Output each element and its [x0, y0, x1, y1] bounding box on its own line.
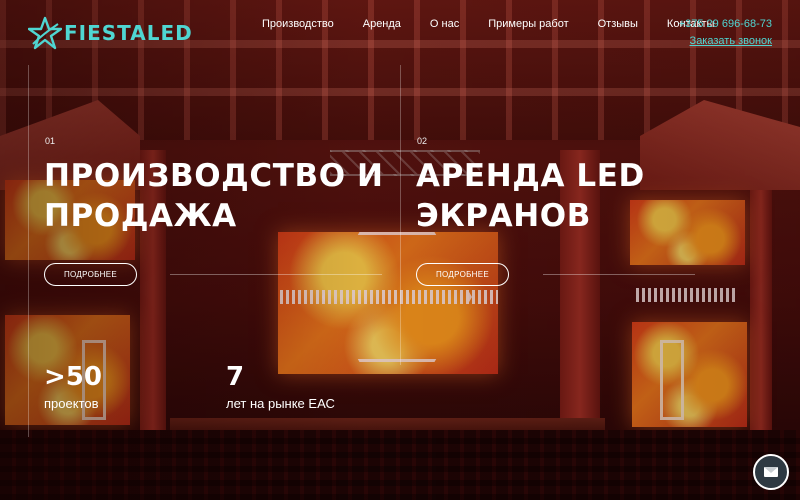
nav-item-production[interactable]: Производство — [262, 18, 334, 30]
nav-item-reviews[interactable]: Отзывы — [598, 18, 638, 30]
mail-button[interactable] — [753, 454, 789, 490]
block-number: 01 — [45, 136, 56, 146]
divider-horizontal — [543, 274, 695, 275]
logo-text: FIESTALED — [64, 21, 193, 45]
hero-title-line: ПРОДАЖА — [44, 198, 237, 234]
header-contacts: +375 29 696-68-73 Заказать звонок — [679, 18, 772, 47]
stat-label: лет на рынке ЕАС — [226, 396, 335, 411]
hero-title: АРЕНДА LED ЭКРАНОВ — [416, 156, 645, 236]
nav-item-rent[interactable]: Аренда — [363, 18, 401, 30]
hero-title-line: ПРОИЗВОДСТВО И — [44, 158, 384, 194]
stat-value: >50 — [44, 362, 102, 392]
nav-item-portfolio[interactable]: Примеры работ — [488, 18, 568, 30]
divider-horizontal — [170, 274, 382, 275]
main-nav: Производство Аренда О нас Примеры работ … — [262, 18, 743, 30]
more-button[interactable]: ПОДРОБНЕЕ — [416, 263, 509, 286]
nav-item-about[interactable]: О нас — [430, 18, 459, 30]
star-logo-icon — [28, 16, 62, 50]
block-number: 02 — [417, 136, 428, 146]
mail-icon — [764, 467, 778, 477]
stat-value: 7 — [226, 362, 245, 392]
hero-title-line: ЭКРАНОВ — [416, 198, 591, 234]
stat-label: проектов — [44, 396, 99, 411]
logo[interactable]: FIESTALED — [28, 16, 193, 50]
more-button[interactable]: ПОДРОБНЕЕ — [44, 263, 137, 286]
phone-link[interactable]: +375 29 696-68-73 — [679, 18, 772, 30]
divider-vertical — [28, 65, 29, 437]
divider-vertical — [400, 65, 401, 365]
callback-link[interactable]: Заказать звонок — [679, 35, 772, 47]
hero-title-line: АРЕНДА LED — [416, 158, 645, 194]
hero-title: ПРОИЗВОДСТВО И ПРОДАЖА — [44, 156, 384, 236]
